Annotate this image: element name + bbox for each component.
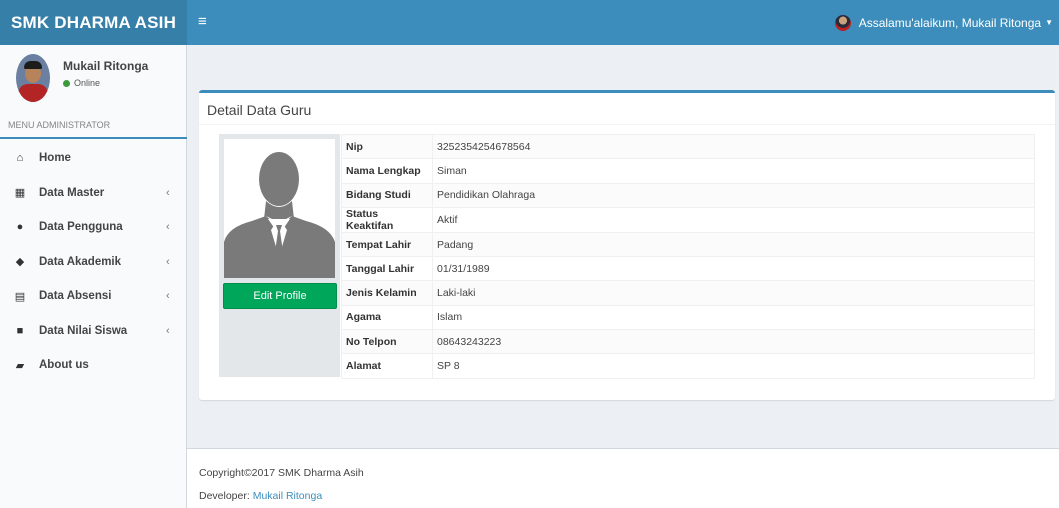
grid-icon: ■ [16, 324, 24, 337]
table-row: Nama Lengkap Siman [341, 158, 1035, 184]
sidebar-item-home[interactable]: ⌂ Home [0, 141, 187, 176]
chevron-left-icon: ‹ [166, 186, 170, 199]
field-label: No Telpon [341, 329, 433, 355]
teacher-detail-table: Nip 3252354254678564 Nama Lengkap Siman … [341, 133, 1035, 379]
field-value: SP 8 [432, 353, 1035, 379]
profile-photo-panel: Edit Profile [219, 134, 340, 377]
field-value: Laki-laki [432, 280, 1035, 306]
sidebar-item-label: Data Absensi [39, 290, 112, 303]
field-value: Siman [432, 158, 1035, 184]
sidebar-item-label: Home [39, 152, 71, 165]
user-status: Online [63, 78, 100, 88]
sidebar-item-data-akademik[interactable]: ◆ Data Akademik ‹ [0, 245, 187, 280]
sidebar: Mukail Ritonga Online MENU ADMINISTRATOR… [0, 45, 187, 508]
field-label: Tanggal Lahir [341, 256, 433, 282]
table-row: Agama Islam [341, 304, 1035, 331]
box-divider [199, 124, 1055, 125]
field-value: 01/31/1989 [432, 256, 1035, 282]
sidebar-item-label: Data Master [39, 186, 105, 199]
table-row: No Telpon 08643243223 [341, 329, 1035, 355]
chevron-left-icon: ‹ [166, 324, 170, 337]
sidebar-item-data-nilai-siswa[interactable]: ■ Data Nilai Siswa ‹ [0, 314, 187, 349]
developer-link[interactable]: Mukail Ritonga [253, 490, 322, 502]
brand-logo[interactable]: SMK DHARMA ASIH [0, 0, 187, 45]
top-navbar: SMK DHARMA ASIH ≡ Assalamu'alaikum, Muka… [0, 0, 1059, 45]
sidebar-item-data-pengguna[interactable]: ● Data Pengguna ‹ [0, 210, 187, 245]
field-label: Agama [341, 304, 433, 331]
copyright-text: Copyright©2017 SMK Dharma Asih [199, 467, 364, 479]
user-panel: Mukail Ritonga Online [0, 45, 187, 107]
table-row: Status Keaktifan Aktif [341, 206, 1035, 233]
table-row: Bidang Studi Pendidikan Olahraga [341, 182, 1035, 208]
sidebar-item-label: Data Pengguna [39, 221, 123, 234]
table-row: Tempat Lahir Padang [341, 231, 1035, 258]
field-label: Bidang Studi [341, 182, 433, 208]
user-name: Mukail Ritonga [63, 59, 149, 73]
caret-down-icon: ▼ [1045, 18, 1053, 27]
sidebar-item-about-us[interactable]: ▰ About us [0, 348, 187, 383]
chevron-left-icon: ‹ [166, 255, 170, 268]
page-title: Detail Data Guru [207, 102, 312, 118]
tag-icon: ◆ [15, 256, 25, 269]
sidebar-item-data-absensi[interactable]: ▤ Data Absensi ‹ [0, 279, 187, 314]
table-row: Alamat SP 8 [341, 353, 1035, 379]
user-menu[interactable]: Assalamu'alaikum, Mukail Ritonga ▼ [834, 0, 1053, 45]
field-value: 08643243223 [432, 329, 1035, 355]
menu-header: MENU ADMINISTRATOR [0, 111, 187, 139]
table-icon: ▦ [14, 187, 26, 200]
avatar [16, 54, 50, 102]
field-label: Status Keaktifan [341, 206, 433, 233]
user-icon: ● [16, 221, 24, 234]
online-status-icon [63, 79, 70, 87]
sidebar-item-label: Data Nilai Siswa [39, 324, 128, 337]
field-value: Aktif [432, 206, 1035, 233]
home-icon: ⌂ [16, 152, 24, 165]
field-label: Jenis Kelamin [341, 280, 433, 306]
footer: Copyright©2017 SMK Dharma Asih Developer… [187, 448, 1059, 508]
sidebar-item-data-master[interactable]: ▦ Data Master ‹ [0, 176, 187, 211]
chevron-left-icon: ‹ [166, 221, 170, 234]
book-icon: ▰ [15, 359, 25, 372]
table-row: Nip 3252354254678564 [341, 133, 1035, 160]
developer-label: Developer: [199, 490, 253, 502]
user-greeting: Assalamu'alaikum, Mukail Ritonga [858, 15, 1042, 30]
table-row: Jenis Kelamin Laki-laki [341, 280, 1035, 306]
chevron-left-icon: ‹ [166, 290, 170, 303]
field-value: Padang [432, 231, 1035, 258]
table-row: Tanggal Lahir 01/31/1989 [341, 256, 1035, 282]
user-avatar-small [834, 14, 851, 31]
developer-credit: Developer: Mukail Ritonga [199, 490, 322, 502]
field-label: Nip [341, 133, 433, 160]
field-value: 3252354254678564 [432, 133, 1035, 160]
field-label: Alamat [341, 353, 433, 379]
sidebar-menu: ⌂ Home ▦ Data Master ‹ ● Data Pengguna ‹… [0, 141, 187, 383]
field-value: Pendidikan Olahraga [432, 182, 1035, 208]
field-label: Nama Lengkap [341, 158, 433, 184]
person-silhouette-icon [224, 139, 335, 278]
sidebar-toggle-icon[interactable]: ≡ [198, 12, 207, 32]
calendar-icon: ▤ [14, 290, 26, 303]
sidebar-item-label: About us [39, 359, 89, 372]
user-status-label: Online [74, 78, 101, 88]
edit-profile-button[interactable]: Edit Profile [223, 283, 337, 309]
sidebar-item-label: Data Akademik [39, 255, 122, 268]
detail-box: Detail Data Guru Edit Profile Nip 325235… [199, 90, 1055, 400]
field-label: Tempat Lahir [341, 231, 433, 258]
profile-photo [224, 139, 335, 278]
field-value: Islam [432, 304, 1035, 331]
